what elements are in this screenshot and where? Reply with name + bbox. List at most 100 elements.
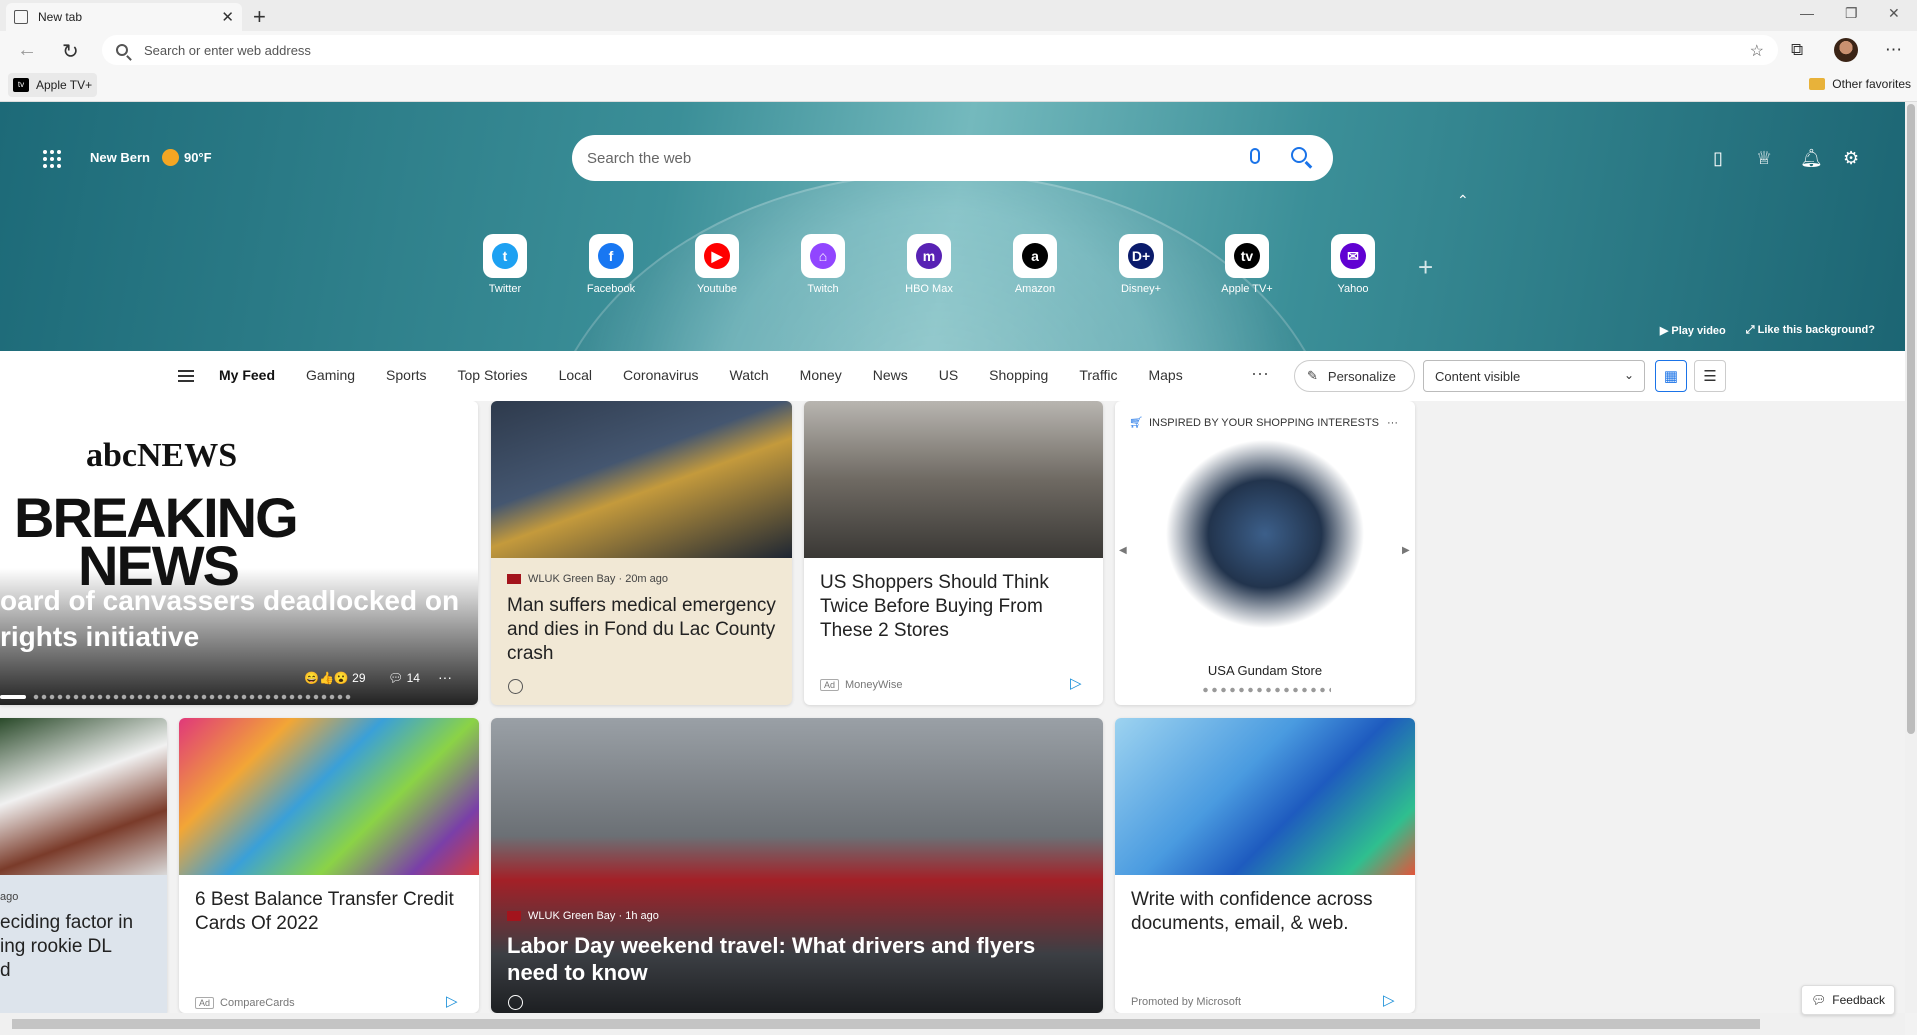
comments-count[interactable]: 💬︎ 14 (388, 671, 420, 685)
mobile-icon[interactable]: ▯ (1713, 148, 1723, 169)
list-view-button[interactable]: ☰ (1694, 360, 1726, 392)
quick-link-twitter[interactable]: t Twitter (452, 234, 558, 295)
address-bar[interactable]: Search or enter web address ☆ (102, 35, 1778, 65)
quick-link-apple-tv[interactable]: tv Apple TV+ (1194, 234, 1300, 295)
tab-sports[interactable]: Sports (386, 367, 426, 383)
tab-my-feed[interactable]: My Feed (219, 367, 275, 383)
tab-news[interactable]: News (873, 367, 908, 383)
reactions-count[interactable]: 😄👍😮 29 (304, 671, 366, 685)
restore-icon[interactable]: ❐ (1845, 5, 1858, 22)
add-favorite-icon[interactable]: ☆ (1750, 41, 1764, 61)
close-window-icon[interactable]: ✕ (1888, 5, 1900, 22)
quick-link-twitch[interactable]: ⌂ Twitch (770, 234, 876, 295)
card-headline[interactable]: Write with confidence across documents, … (1131, 888, 1406, 936)
profile-avatar[interactable] (1834, 38, 1858, 62)
tab-watch[interactable]: Watch (730, 367, 769, 383)
apps-launcher-icon[interactable] (43, 150, 61, 168)
back-button[interactable]: ← (17, 39, 37, 62)
search-icon[interactable] (1291, 147, 1307, 163)
microphone-icon[interactable] (1250, 148, 1260, 164)
carousel-dots[interactable] (32, 694, 352, 700)
carousel-next-icon[interactable]: ▶ (1402, 545, 1410, 556)
browser-tab[interactable]: New tab ✕ (6, 3, 242, 31)
scrollbar-thumb[interactable] (1907, 104, 1915, 734)
card-shopping-gundam[interactable]: 🛒︎ INSPIRED BY YOUR SHOPPING INTERESTS ···… (1115, 401, 1415, 705)
abc-news-logo: abcNEWS (86, 437, 238, 474)
card-labor-day-travel[interactable]: WLUK Green Bay · 1h ago Labor Day weeken… (491, 718, 1103, 1013)
card-headline[interactable]: oard of canvassers deadlocked on rights … (0, 583, 470, 655)
horizontal-scrollbar[interactable] (0, 1013, 1905, 1035)
tab-shopping[interactable]: Shopping (989, 367, 1048, 383)
disney-plus-icon: D+ (1128, 243, 1154, 269)
feedback-label: Feedback (1832, 993, 1885, 1007)
carousel-prev-icon[interactable]: ◀ (1119, 545, 1127, 556)
favorite-apple-tv[interactable]: tv Apple TV+ (8, 73, 98, 97)
store-name[interactable]: USA Gundam Store (1115, 663, 1415, 678)
tab-us[interactable]: US (939, 367, 958, 383)
tab-money[interactable]: Money (800, 367, 842, 383)
new-tab-button[interactable]: + (253, 4, 266, 30)
more-options-icon[interactable]: ··· (438, 669, 452, 685)
tab-maps[interactable]: Maps (1148, 367, 1182, 383)
card-credit-cards-ad[interactable]: 6 Best Balance Transfer Credit Cards Of … (179, 718, 479, 1013)
more-options-icon: ··· (1387, 416, 1399, 429)
quick-link-hbo-max[interactable]: m HBO Max (876, 234, 982, 295)
card-breaking-news[interactable]: abcNEWS BREAKING NEWS oard of canvassers… (0, 401, 478, 705)
card-word-promo[interactable]: Write with confidence across documents, … (1115, 718, 1415, 1013)
tab-local[interactable]: Local (559, 367, 592, 383)
weather-location: New Bern (90, 150, 150, 165)
rewards-icon[interactable]: ♕ (1756, 148, 1772, 169)
card-football[interactable]: ago eciding factor in ing rookie DL d (0, 718, 167, 1013)
card-sheriff-crash[interactable]: WLUK Green Bay · 20m ago Man suffers med… (491, 401, 792, 705)
card-headline[interactable]: US Shoppers Should Think Twice Before Bu… (820, 571, 1090, 643)
ad-attribution: Ad CompareCards (195, 997, 295, 1009)
close-tab-icon[interactable]: ✕ (221, 8, 234, 26)
quick-link-facebook[interactable]: f Facebook (558, 234, 664, 295)
gundam-product-image[interactable] (1165, 439, 1365, 629)
card-headline[interactable]: 6 Best Balance Transfer Credit Cards Of … (195, 888, 465, 936)
refresh-button[interactable]: ↻ (62, 39, 79, 64)
card-shoppers-ad[interactable]: US Shoppers Should Think Twice Before Bu… (804, 401, 1103, 705)
other-favorites[interactable]: Other favorites (1809, 77, 1911, 91)
carousel-indicator-active[interactable] (0, 695, 26, 699)
ad-choices-icon[interactable]: ▷ (1383, 991, 1395, 1009)
other-favorites-label: Other favorites (1832, 77, 1911, 91)
tab-gaming[interactable]: Gaming (306, 367, 355, 383)
content-visibility-select[interactable]: Content visible ⌄ (1423, 360, 1645, 392)
ad-choices-icon[interactable]: ▷ (446, 992, 458, 1010)
card-headline[interactable]: eciding factor in ing rookie DL d (0, 911, 165, 983)
react-icon[interactable] (508, 995, 523, 1010)
carousel-dots[interactable] (1201, 687, 1331, 693)
tab-traffic[interactable]: Traffic (1079, 367, 1117, 383)
more-menu-icon[interactable]: ⋯ (1885, 40, 1902, 60)
settings-gear-icon[interactable]: ⚙ (1843, 148, 1859, 169)
minimize-icon[interactable]: — (1800, 5, 1814, 21)
tab-coronavirus[interactable]: Coronavirus (623, 367, 698, 383)
quick-link-label: HBO Max (905, 283, 953, 295)
react-icon[interactable] (508, 679, 523, 694)
card-headline[interactable]: Man suffers medical emergency and dies i… (507, 594, 782, 666)
collections-icon[interactable]: ⧉ (1791, 40, 1803, 60)
quick-link-youtube[interactable]: ▶ Youtube (664, 234, 770, 295)
web-search-box[interactable]: Search the web (572, 135, 1333, 181)
tab-top-stories[interactable]: Top Stories (458, 367, 528, 383)
menu-icon[interactable] (178, 370, 194, 382)
personalize-button[interactable]: ✎ Personalize (1294, 360, 1415, 392)
quick-link-yahoo[interactable]: ✉ Yahoo (1300, 234, 1406, 295)
notifications-icon[interactable]: 🔔︎ (1800, 148, 1823, 169)
feedback-button[interactable]: 💬︎ Feedback (1801, 985, 1895, 1015)
collapse-caret-icon[interactable]: ⌃ (1457, 192, 1469, 209)
quick-link-disney-plus[interactable]: D+ Disney+ (1088, 234, 1194, 295)
browser-chrome: New tab ✕ + — ❐ ✕ ← ↻ Search or enter we… (0, 0, 1917, 102)
play-video-button[interactable]: ▶ Play video (1660, 324, 1726, 337)
more-tabs-icon[interactable]: ··· (1251, 363, 1269, 384)
like-background-button[interactable]: ⤢ Like this background? (1746, 324, 1875, 337)
scrollbar-thumb[interactable] (12, 1019, 1760, 1029)
card-headline[interactable]: Labor Day weekend travel: What drivers a… (507, 932, 1087, 986)
grid-view-button[interactable]: ▦ (1655, 360, 1687, 392)
quick-link-amazon[interactable]: a Amazon (982, 234, 1088, 295)
add-quick-link-button[interactable]: + (1418, 252, 1433, 283)
weather-widget[interactable]: New Bern 90°F (90, 149, 212, 166)
vertical-scrollbar[interactable] (1905, 102, 1917, 1013)
ad-choices-icon[interactable]: ▷ (1070, 674, 1082, 692)
